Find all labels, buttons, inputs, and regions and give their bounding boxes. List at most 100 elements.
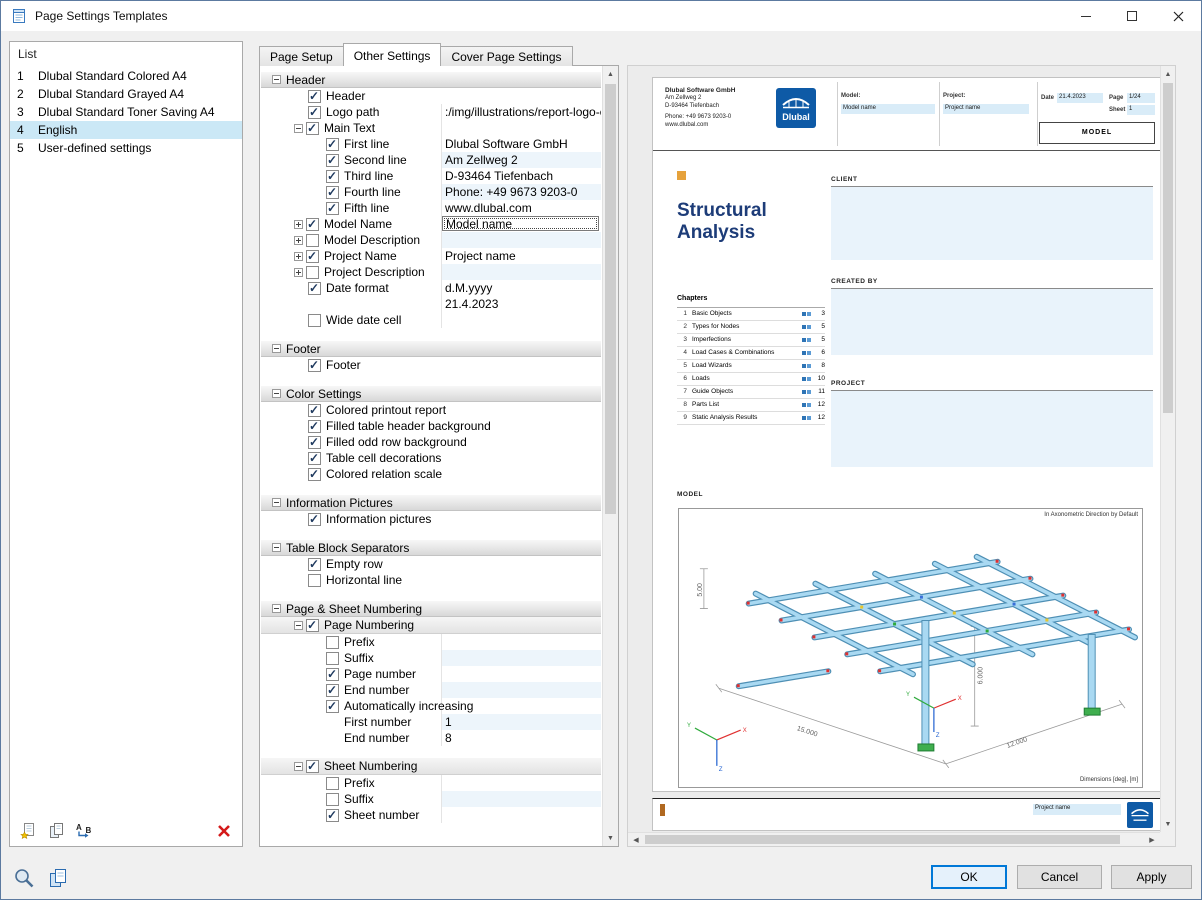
collapse-icon[interactable]	[294, 621, 303, 630]
tree-item-second-line[interactable]: Second lineAm Zellweg 2	[261, 152, 601, 168]
tree-section-page-sheet-numbering[interactable]: Page & Sheet Numbering	[261, 600, 601, 617]
expand-icon[interactable]	[294, 252, 303, 261]
checkbox-date-format[interactable]	[308, 282, 321, 295]
new-template-button[interactable]	[18, 821, 38, 841]
checkbox-header[interactable]	[308, 90, 321, 103]
preview-scroll-thumb-h[interactable]	[645, 835, 1120, 844]
checkbox-filled-table-header-background[interactable]	[308, 420, 321, 433]
checkbox-colored-printout-report[interactable]	[308, 404, 321, 417]
scroll-down-icon[interactable]	[603, 830, 618, 846]
tree-item-colored-printout-report[interactable]: Colored printout report	[261, 402, 601, 418]
list-item-dlubal-standard-toner-saving-a4[interactable]: 3Dlubal Standard Toner Saving A4	[10, 103, 242, 121]
scroll-down-icon[interactable]	[1161, 816, 1175, 832]
collapse-icon[interactable]	[272, 75, 281, 84]
checkbox-main-text[interactable]	[306, 122, 319, 135]
tree-item-filled-odd-row-background[interactable]: Filled odd row background	[261, 434, 601, 450]
checkbox-filled-odd-row-background[interactable]	[308, 436, 321, 449]
scroll-left-icon[interactable]	[628, 833, 644, 846]
tree-item-page-number[interactable]: Page number	[261, 666, 601, 682]
tree-item-empty-row[interactable]: Empty row	[261, 556, 601, 572]
tree-item-filled-table-header-background[interactable]: Filled table header background	[261, 418, 601, 434]
checkbox-suffix[interactable]	[326, 652, 339, 665]
tab-other-settings[interactable]: Other Settings	[343, 43, 442, 66]
collapse-icon[interactable]	[272, 604, 281, 613]
tree-item-fifth-line[interactable]: Fifth linewww.dlubal.com	[261, 200, 601, 216]
tree-item-project-name[interactable]: Project NameProject name	[261, 248, 601, 264]
tree-section-header[interactable]: Header	[261, 71, 601, 88]
checkbox-footer[interactable]	[308, 359, 321, 372]
checkbox-model-description[interactable]	[306, 234, 319, 247]
collapse-icon[interactable]	[294, 124, 303, 133]
collapse-icon[interactable]	[272, 389, 281, 398]
tree-item-prefix[interactable]: Prefix	[261, 775, 601, 791]
checkbox-prefix[interactable]	[326, 777, 339, 790]
checkbox-wide-date-cell[interactable]	[308, 314, 321, 327]
checkbox-colored-relation-scale[interactable]	[308, 468, 321, 481]
preview-scrollbar-vertical[interactable]	[1160, 66, 1175, 832]
tree-item-model-description[interactable]: Model Description	[261, 232, 601, 248]
checkbox-empty-row[interactable]	[308, 558, 321, 571]
collapse-icon[interactable]	[272, 543, 281, 552]
preview-scrollbar-horizontal[interactable]	[628, 832, 1160, 846]
checkbox-first-line[interactable]	[326, 138, 339, 151]
collapse-icon[interactable]	[272, 498, 281, 507]
checkbox-model-name[interactable]	[306, 218, 319, 231]
list-item-user-defined-settings[interactable]: 5User-defined settings	[10, 139, 242, 157]
list-item-dlubal-standard-colored-a4[interactable]: 1Dlubal Standard Colored A4	[10, 67, 242, 85]
collapse-icon[interactable]	[294, 762, 303, 771]
checkbox-automatically-increasing[interactable]	[326, 700, 339, 713]
tree-item-suffix[interactable]: Suffix	[261, 791, 601, 807]
cancel-button[interactable]: Cancel	[1017, 865, 1102, 889]
checkbox-horizontal-line[interactable]	[308, 574, 321, 587]
tree-item-footer[interactable]: Footer	[261, 357, 601, 373]
tree-item-wide-date-cell[interactable]: Wide date cell	[261, 312, 601, 328]
checkbox-project-description[interactable]	[306, 266, 319, 279]
tab-cover-page-settings[interactable]: Cover Page Settings	[440, 46, 572, 66]
checkbox-prefix[interactable]	[326, 636, 339, 649]
tree-item-prefix[interactable]: Prefix	[261, 634, 601, 650]
tree-item-end-number[interactable]: End number8	[261, 730, 601, 746]
list-item-english[interactable]: 4English	[10, 121, 242, 139]
tree-item-table-cell-decorations[interactable]: Table cell decorations	[261, 450, 601, 466]
value-editbox[interactable]: Model name	[442, 216, 599, 231]
tree-item-fourth-line[interactable]: Fourth linePhone: +49 9673 9203-0	[261, 184, 601, 200]
ok-button[interactable]: OK	[931, 865, 1007, 889]
tree-item-header[interactable]: Header	[261, 88, 601, 104]
copy-settings-button[interactable]	[45, 865, 71, 891]
checkbox-sheet-number[interactable]	[326, 809, 339, 822]
tree-item-date-format[interactable]: Date formatd.M.yyyy	[261, 280, 601, 296]
checkbox-fifth-line[interactable]	[326, 202, 339, 215]
checkbox-page-number[interactable]	[326, 668, 339, 681]
magnifier-button[interactable]	[11, 865, 37, 891]
checkbox-suffix[interactable]	[326, 793, 339, 806]
tree-item-logo-path[interactable]: Logo path:/img/illustrations/report-logo…	[261, 104, 601, 120]
scroll-up-icon[interactable]	[603, 66, 618, 82]
tree-section-page-numbering[interactable]: Page Numbering	[261, 617, 601, 634]
tree-item-third-line[interactable]: Third lineD-93464 Tiefenbach	[261, 168, 601, 184]
tree-item-suffix[interactable]: Suffix	[261, 650, 601, 666]
close-button[interactable]	[1155, 1, 1201, 31]
tree-item-information-pictures[interactable]: Information pictures	[261, 511, 601, 527]
tree-item-main-text[interactable]: Main Text	[261, 120, 601, 136]
tree-item-colored-relation-scale[interactable]: Colored relation scale	[261, 466, 601, 482]
tree-section-table-block-separators[interactable]: Table Block Separators	[261, 539, 601, 556]
tree-section-information-pictures[interactable]: Information Pictures	[261, 494, 601, 511]
tree-scroll-thumb[interactable]	[605, 84, 616, 514]
tree-item-project-description[interactable]: Project Description	[261, 264, 601, 280]
copy-template-button[interactable]	[46, 821, 66, 841]
scroll-right-icon[interactable]	[1144, 833, 1160, 846]
tree-section-sheet-numbering[interactable]: Sheet Numbering	[261, 758, 601, 775]
rename-template-button[interactable]: A B	[74, 821, 94, 841]
tree-section-footer[interactable]: Footer	[261, 340, 601, 357]
preview-scroll-thumb[interactable]	[1163, 83, 1173, 413]
tree-item-sheet-number[interactable]: Sheet number	[261, 807, 601, 823]
tree-item-first-line[interactable]: First lineDlubal Software GmbH	[261, 136, 601, 152]
tree-scrollbar[interactable]	[602, 66, 618, 846]
checkbox-page-numbering[interactable]	[306, 619, 319, 632]
expand-icon[interactable]	[294, 236, 303, 245]
checkbox-logo-path[interactable]	[308, 106, 321, 119]
checkbox-fourth-line[interactable]	[326, 186, 339, 199]
expand-icon[interactable]	[294, 268, 303, 277]
tree-section-color-settings[interactable]: Color Settings	[261, 385, 601, 402]
checkbox-information-pictures[interactable]	[308, 513, 321, 526]
